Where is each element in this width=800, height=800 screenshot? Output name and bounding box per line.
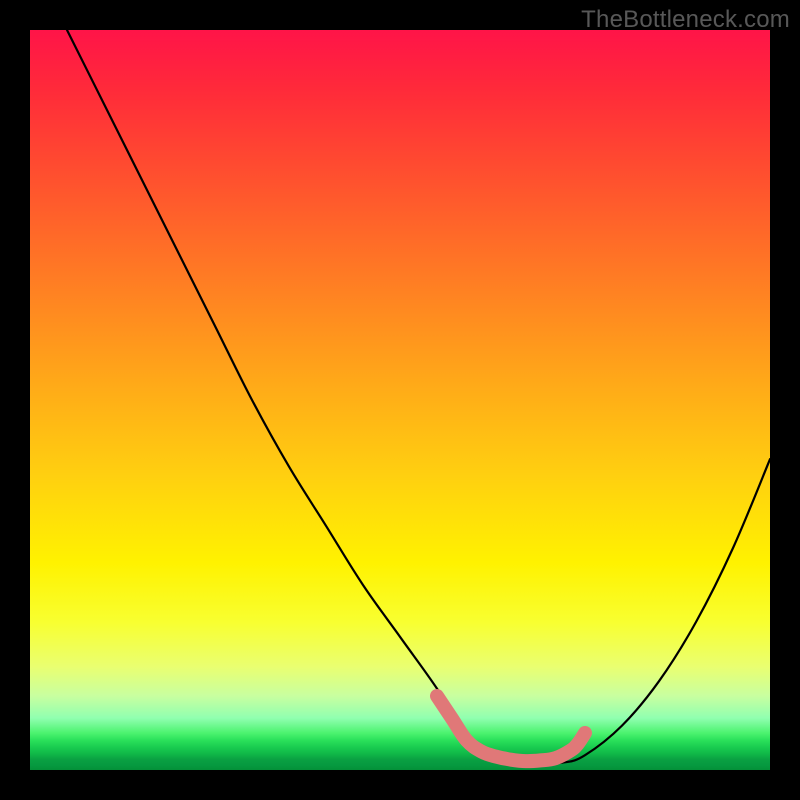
curve-svg [30, 30, 770, 770]
plot-area [30, 30, 770, 770]
chart-container: TheBottleneck.com [0, 0, 800, 800]
bottleneck-curve-path [67, 30, 770, 763]
highlight-segment-path [437, 696, 585, 761]
